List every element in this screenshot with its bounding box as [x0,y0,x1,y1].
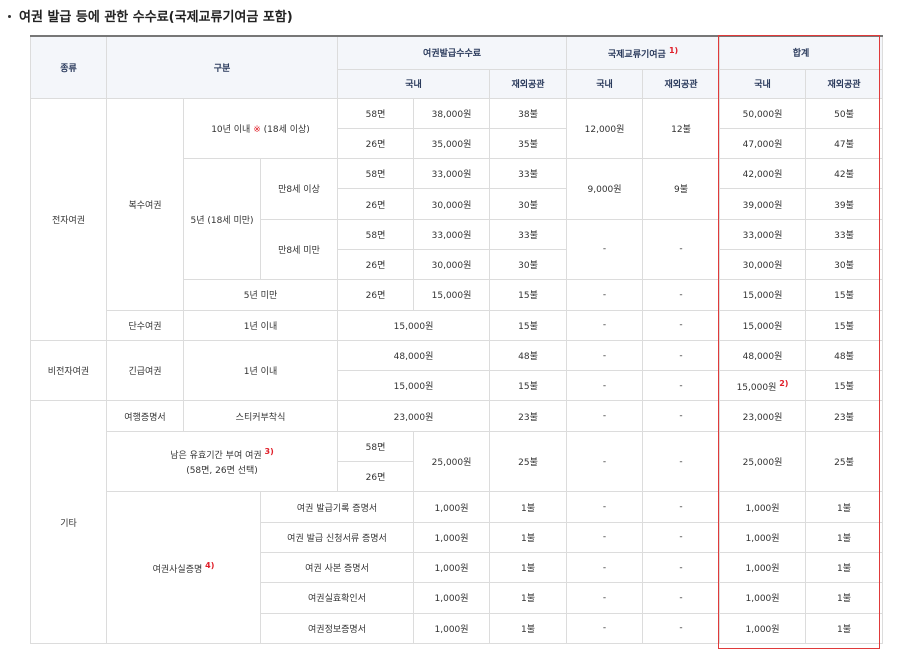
group-age8-under: 만8세 미만 [259,218,339,281]
group-ten-year: 10년 이내 ※ (18세 이상) [182,97,339,160]
col-category: 구분 [105,35,339,99]
group-age8-over: 만8세 이상 [259,158,339,220]
group-under5: 5년 미만 [182,279,339,311]
col-total-overseas: 재외공관 [805,68,884,99]
col-issue-fee: 여권발급수수료 [337,35,568,70]
col-fee-overseas: 재외공관 [489,68,568,99]
group-travel-cert: 여행증명서 [106,400,184,432]
group-five-year: 5년 (18세 미만) [183,158,261,281]
table-row: 단수여권 1년 이내 15,000원 15불 - - 15,000원 15불 [31,309,884,341]
group-emergency: 긴급여권 [106,339,184,402]
col-ic-overseas: 재외공관 [642,68,721,99]
col-type: 종류 [30,35,107,99]
page-title: 여권 발급 등에 관한 수수료(국제교류기여금 포함) [6,6,293,25]
header-row: 종류 구분 여권발급수수료 국제교류기여금 1) 합계 [30,35,884,99]
table-row: 남은 유효기간 부여 여권 3) (58면, 26면 선택) 58면 25,000… [31,430,884,493]
fee-table: 종류 구분 여권발급수수료 국제교류기여금 1) 합계 국내 재외공관 국내 재… [30,35,884,644]
group-fact-cert: 여권사실증명 4) [106,491,261,644]
group-multiple: 복수여권 [106,97,184,311]
group-electronic: 전자여권 [30,97,107,341]
col-intl-contribution: 국제교류기여금 1) [566,35,721,70]
col-total-domestic: 국내 [719,68,807,99]
table-row: 비전자여권 긴급여권 1년 이내 48,000원 48불 - - 48,000원… [30,339,884,402]
table-row: 여권사실증명 4) 여권 발급기록 증명서 1,000원 1불 - - 1,00… [31,491,884,644]
bullet-icon [8,15,11,18]
col-ic-domestic: 국내 [566,68,644,99]
group-remaining: 남은 유효기간 부여 여권 3) (58면, 26면 선택) [105,430,339,493]
table-row: 전자여권 복수여권 10년 이내 ※ (18세 이상) 58면 38,000원 … [30,97,884,341]
col-fee-domestic: 국내 [337,68,491,99]
group-single: 단수여권 [106,309,184,341]
col-total: 합계 [719,35,884,70]
table-row: 기타 여행증명서 스티커부착식 23,000원 23불 - - 23,000원 … [30,400,884,644]
group-etc: 기타 [30,400,107,644]
group-non-electronic: 비전자여권 [30,339,107,402]
